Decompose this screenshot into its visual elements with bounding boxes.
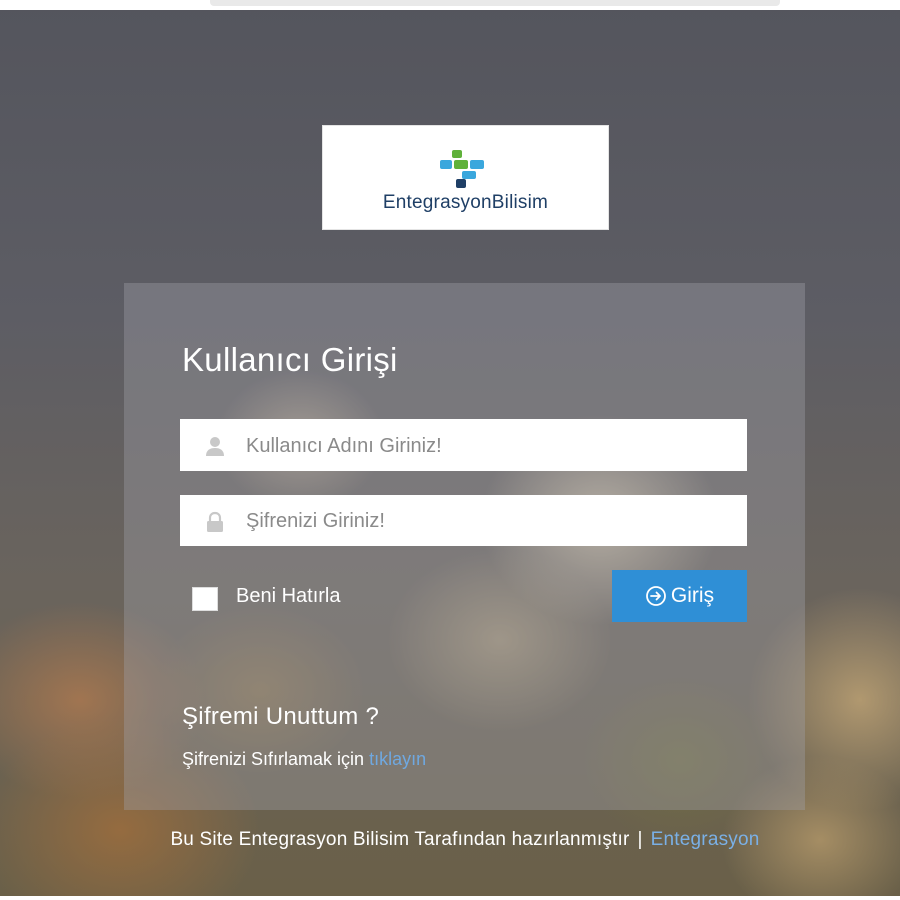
forgot-password-title: Şifremi Unuttum ? [182,703,380,730]
top-bar-strip [210,0,780,6]
login-title: Kullanıcı Girişi [182,341,398,378]
arrow-circle-right-icon [646,586,666,606]
login-button-label: Giriş [670,584,715,607]
forgot-password-message: Şifrenizi Sıfırlamak için [182,749,365,769]
logo-box: EntegrasyonBilisim [322,125,609,230]
top-bar [0,0,900,10]
footer-link[interactable]: Entegrasyon [651,829,760,850]
login-button[interactable]: Giriş [612,570,747,622]
lock-icon [207,511,223,532]
reset-password-link[interactable]: tıklayın [369,749,426,769]
footer-text: Bu Site Entegrasyon Bilisim Tarafından h… [170,829,630,850]
remember-checkbox[interactable] [192,587,218,611]
brand-logo-text: EntegrasyonBilisim [382,192,549,213]
username-field[interactable] [180,419,747,473]
username-input[interactable] [244,419,738,473]
footer: Bu Site Entegrasyon Bilisim Tarafından h… [0,829,900,851]
login-panel: Kullanıcı Girişi Beni Hatırla Giriş Şifr… [124,283,805,810]
brand-logo-icon [440,150,484,188]
password-field[interactable] [180,495,747,548]
password-input[interactable] [244,495,738,548]
bottom-bar [0,896,900,900]
user-icon [206,437,224,456]
footer-separator: | [637,829,643,850]
remember-label: Beni Hatırla [236,585,341,607]
forgot-password-text: Şifrenizi Sıfırlamak için tıklayın [182,749,426,770]
